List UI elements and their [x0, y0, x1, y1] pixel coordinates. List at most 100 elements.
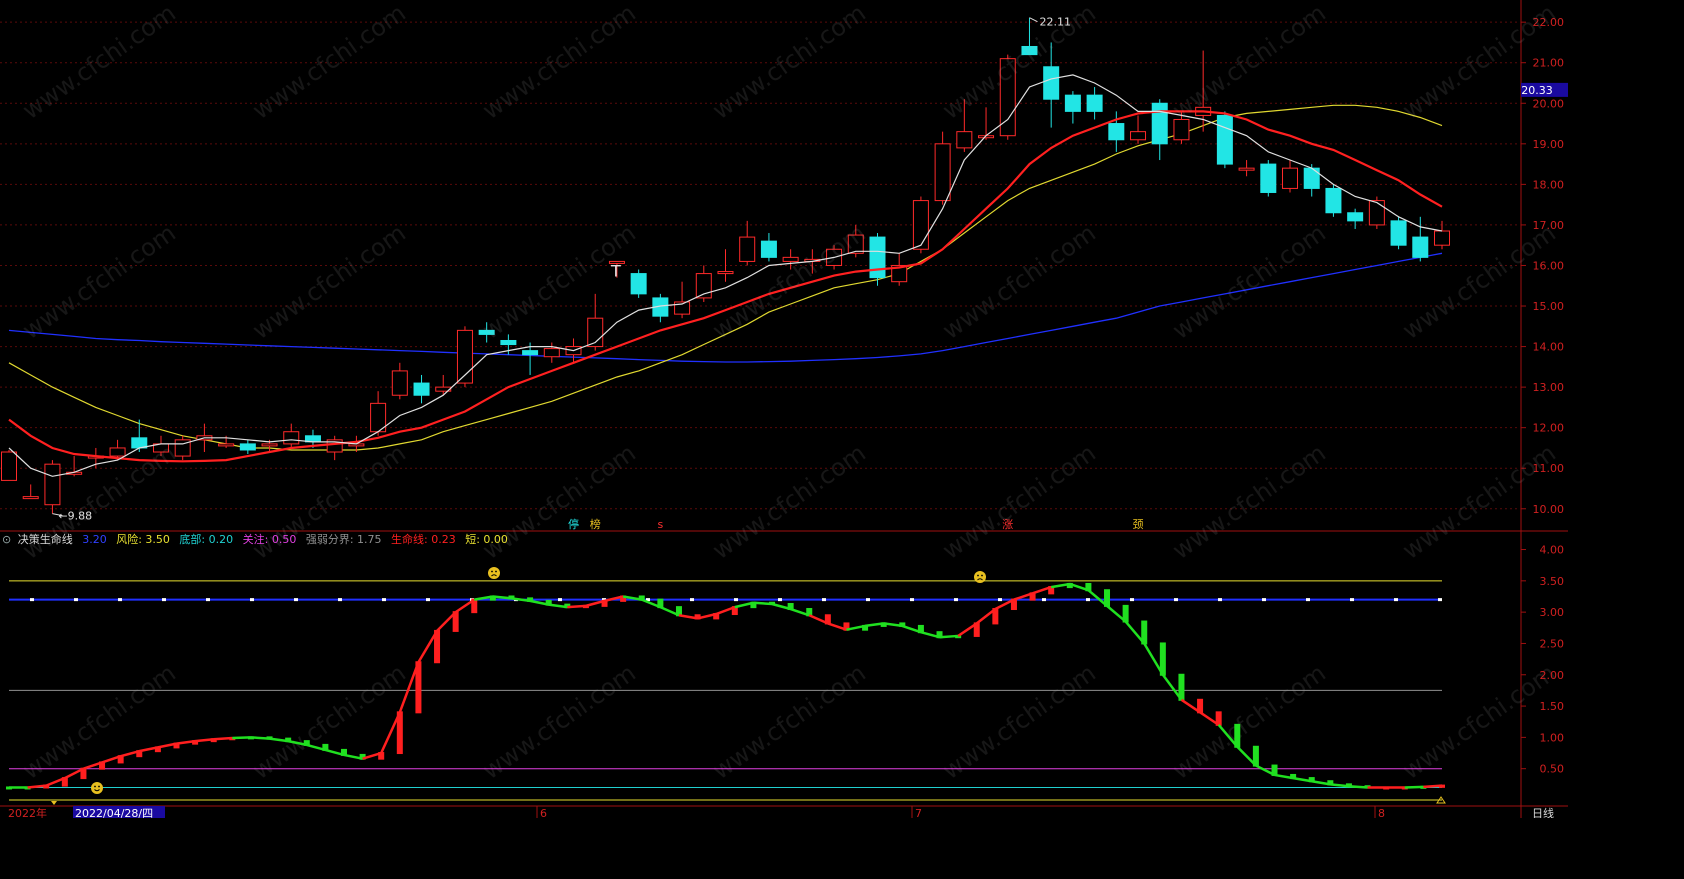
- candle-body: [1260, 163, 1277, 193]
- candle-body: [760, 240, 777, 258]
- lifeline-segment: [232, 736, 251, 740]
- face-eye: [495, 570, 497, 573]
- price-tick-label: 20.00: [1533, 97, 1565, 110]
- watermark: www.cfchi.com: [477, 219, 640, 345]
- blue-level-dot: [558, 598, 562, 602]
- indicator-legend: ⊙ 决策生命线 3.20 风险: 3.50 底部: 0.20 关注: 0.50 …: [2, 532, 514, 548]
- candle-body: [22, 496, 39, 500]
- candle-body: [391, 370, 408, 396]
- date-label: 2022/04/28/四: [75, 807, 153, 818]
- watermark: www.cfchi.com: [477, 659, 640, 785]
- blue-level-dot: [426, 598, 430, 602]
- legend-strong-weak: 强弱分界: 1.75: [305, 533, 382, 546]
- indicator-tick-label: 1.50: [1540, 700, 1565, 713]
- candle: [1282, 160, 1299, 193]
- legend-short: 短: 0.00: [465, 533, 508, 546]
- blue-level-dot: [162, 598, 166, 602]
- month-label: 6: [540, 807, 547, 818]
- candle-body: [1043, 66, 1060, 100]
- watermark: www.cfchi.com: [247, 219, 410, 345]
- candle: [44, 460, 61, 514]
- face-eye: [981, 574, 983, 577]
- watermark: www.cfchi.com: [1167, 219, 1330, 345]
- blue-level-dot: [778, 598, 782, 602]
- candle: [1238, 160, 1255, 177]
- candle-body: [44, 463, 61, 506]
- blue-level-dot: [1086, 598, 1090, 602]
- watermark: www.cfchi.com: [247, 659, 410, 785]
- candle: [869, 233, 886, 286]
- blue-level-dot: [910, 598, 914, 602]
- blue-level-dot: [74, 598, 78, 602]
- price-tick-label: 19.00: [1533, 138, 1565, 151]
- candle-body: [956, 131, 973, 149]
- watermark: www.cfchi.com: [707, 219, 870, 345]
- price-tick-label: 13.00: [1533, 381, 1565, 394]
- candle-body: [869, 236, 886, 279]
- indicator-tick-label: 2.50: [1540, 637, 1565, 650]
- candle-body: [912, 200, 929, 250]
- blue-level-dot: [118, 598, 122, 602]
- legend-bottom: 底部: 0.20: [179, 533, 234, 546]
- candle-body: [239, 443, 256, 451]
- candle-body: [1064, 94, 1081, 112]
- candle-body: [1368, 200, 1385, 226]
- candle: [674, 281, 691, 319]
- candle: [239, 439, 256, 455]
- signal-mark: 榜: [590, 517, 601, 531]
- watermarks: www.cfchi.com www.cfchi.com www.cfchi.com w…: [17, 0, 1560, 785]
- blue-level-dot: [1218, 598, 1222, 602]
- price-tick-label: 16.00: [1533, 259, 1565, 272]
- period-label[interactable]: 日线: [1532, 806, 1554, 818]
- blue-level-dot: [250, 598, 254, 602]
- year-label: 2022年: [8, 806, 47, 818]
- watermark: www.cfchi.com: [1397, 659, 1560, 785]
- candle: [1086, 87, 1103, 120]
- lifeline-segment: [1423, 784, 1443, 789]
- candle: [22, 484, 39, 500]
- lifeline-segment: [939, 634, 959, 639]
- candle: [543, 342, 560, 363]
- collapse-icon[interactable]: ⊙: [2, 533, 11, 546]
- lifeline-segment: [567, 604, 587, 609]
- blue-level-dot: [866, 598, 870, 602]
- face-circle: [91, 782, 103, 794]
- candle: [1325, 184, 1342, 217]
- indicator-name[interactable]: 决策生命线: [18, 533, 73, 546]
- candle: [413, 374, 430, 404]
- face-eye: [94, 785, 96, 788]
- watermark: www.cfchi.com: [1167, 439, 1330, 565]
- candle: [652, 293, 669, 323]
- candle-body: [630, 273, 647, 295]
- face-eye: [977, 574, 979, 577]
- candle: [934, 131, 951, 205]
- legend-focus: 关注: 0.50: [242, 533, 297, 546]
- blue-level-dot: [1174, 598, 1178, 602]
- blue-level-dot: [690, 598, 694, 602]
- candle-body: [1434, 230, 1450, 246]
- candle-body: [1, 451, 17, 481]
- blue-level-dot: [30, 598, 34, 602]
- blue-level-dot: [1306, 598, 1310, 602]
- watermark: www.cfchi.com: [1167, 659, 1330, 785]
- candle: [978, 107, 995, 140]
- month-label: 8: [1378, 807, 1385, 818]
- candle-body: [739, 236, 756, 262]
- candle-body: [218, 443, 235, 447]
- indicator-tick-label: 3.50: [1540, 575, 1565, 588]
- watermark: www.cfchi.com: [937, 659, 1100, 785]
- candle-body: [413, 382, 430, 396]
- lifeline-segment: [1404, 785, 1424, 789]
- candle: [1303, 164, 1320, 197]
- watermark: www.cfchi.com: [17, 219, 180, 345]
- indicator-tick-label: 0.50: [1540, 763, 1565, 776]
- candle-body: [1412, 236, 1429, 258]
- blue-level-dot: [206, 598, 210, 602]
- face-circle: [488, 567, 500, 579]
- blue-level-dot: [1438, 598, 1442, 602]
- candle: [1390, 216, 1407, 250]
- candle-body: [1347, 212, 1364, 222]
- lifeline-segment: [213, 736, 233, 741]
- blue-level-dot: [998, 598, 1002, 602]
- candle: [326, 435, 343, 461]
